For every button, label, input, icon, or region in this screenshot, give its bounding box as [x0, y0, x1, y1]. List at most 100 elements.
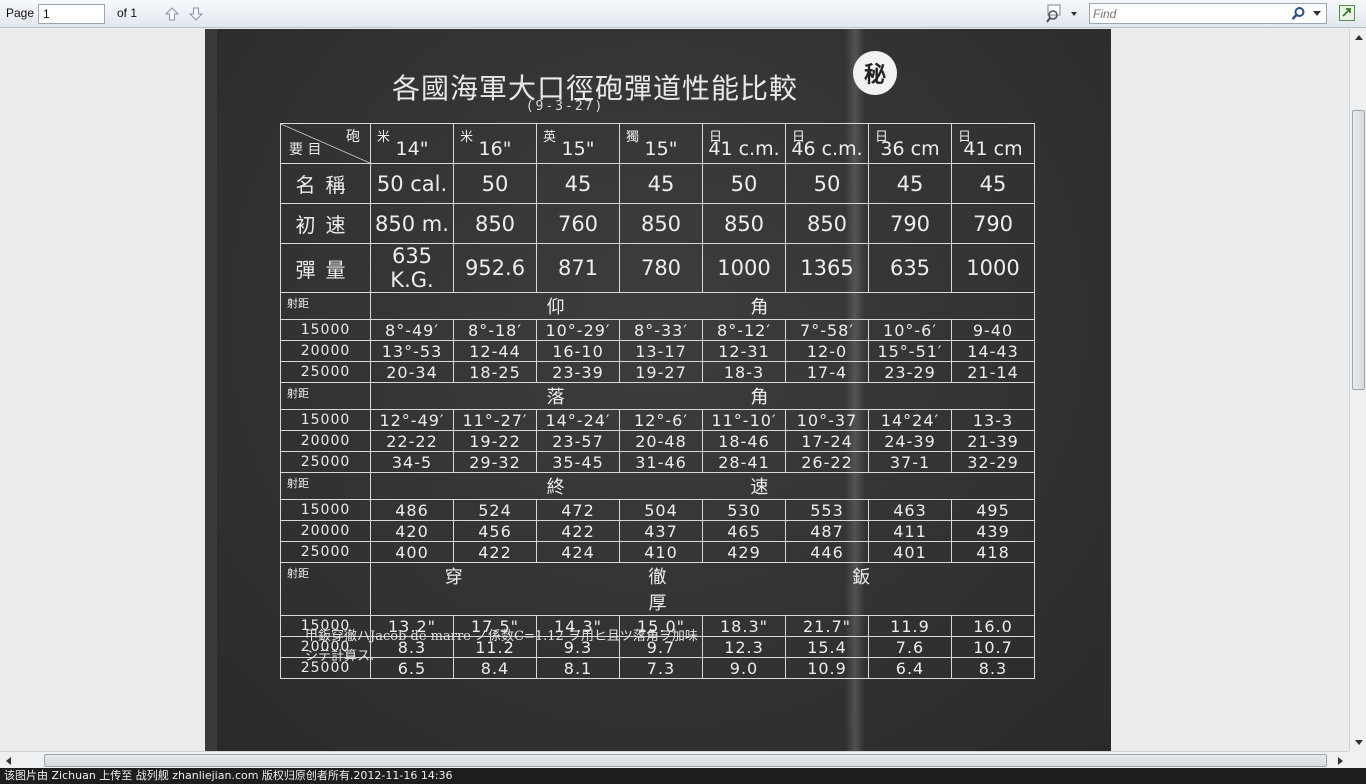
page-number-input[interactable] — [38, 4, 105, 24]
spec-value-cell: 635 K.G. — [370, 243, 454, 293]
value-cell: 504 — [619, 499, 703, 521]
spec-value-cell: 780 — [619, 243, 703, 293]
value-cell: 8°-33′ — [619, 319, 703, 341]
gun-header-cell: 米 14" — [370, 123, 454, 164]
value-cell: 14°-24′ — [536, 409, 620, 431]
section-title: 穿 徹 鈑 厚 — [370, 562, 1035, 616]
value-cell: 429 — [702, 541, 786, 563]
value-cell: 422 — [453, 541, 537, 563]
next-page-button[interactable] — [185, 3, 207, 25]
value-cell: 31-46 — [619, 451, 703, 473]
previous-page-button[interactable] — [161, 3, 183, 25]
section-title: 終 速 — [370, 472, 1035, 500]
gun-nation: 日 — [958, 130, 972, 145]
document-viewer[interactable]: 各國海軍大口徑砲彈道性能比較 (9-3-27) 秘 砲要 目米 14" 米 16" 英 1… — [0, 29, 1349, 751]
value-cell: 9-40 — [951, 319, 1035, 341]
value-cell: 17-4 — [785, 361, 869, 383]
footnote-line-1: 甲鈑穿徹ハJacob de marre ノ係数C=1.12 ヲ用ヒ且ツ落角ヲ加味 — [305, 629, 698, 644]
section-range-cell: 射距 — [280, 472, 371, 500]
scrollbar-corner — [1349, 751, 1366, 768]
scroll-right-icon — [1338, 756, 1343, 765]
value-cell: 20-48 — [619, 430, 703, 452]
spec-value-cell: 1000 — [951, 243, 1035, 293]
search-icon[interactable] — [1290, 6, 1306, 22]
gun-header-cell: 英 15" — [536, 123, 620, 164]
value-cell: 18-25 — [453, 361, 537, 383]
spec-row-label: 名稱 — [280, 163, 371, 204]
spec-value-cell: 790 — [951, 203, 1035, 244]
value-cell: 28-41 — [702, 451, 786, 473]
horizontal-scroll-thumb[interactable] — [44, 754, 1327, 767]
table-row: 20000 420 456 422 437 465 487 411 439 — [280, 520, 1035, 542]
value-cell: 12°-6′ — [619, 409, 703, 431]
gun-caliber: 15" — [644, 137, 678, 160]
scroll-up-button[interactable] — [1350, 29, 1366, 46]
spec-value-cell: 850 — [702, 203, 786, 244]
value-cell: 20-34 — [370, 361, 454, 383]
status-bar: 该图片由 Zichuan 上传至 战列舰 zhanliejian.com 版权归… — [0, 768, 1366, 784]
gun-caliber: 16" — [478, 137, 512, 160]
value-cell: 410 — [619, 541, 703, 563]
section-header-row: 射距 穿 徹 鈑 厚 — [280, 562, 1035, 616]
value-cell: 6.4 — [868, 657, 952, 679]
section-range-cell: 射距 — [280, 382, 371, 410]
value-cell: 10.7 — [951, 636, 1035, 658]
spec-value-cell: 635 — [868, 243, 952, 293]
value-cell: 37-1 — [868, 451, 952, 473]
horizontal-scrollbar[interactable] — [0, 751, 1349, 768]
vertical-scrollbar[interactable] — [1349, 29, 1366, 751]
value-cell: 463 — [868, 499, 952, 521]
spec-value-cell: 871 — [536, 243, 620, 293]
value-cell: 14°24′ — [868, 409, 952, 431]
spec-value-cell: 50 — [785, 163, 869, 204]
spec-row: 名稱 50 cal. 50 45 45 50 50 45 45 — [280, 163, 1035, 204]
export-button[interactable] — [1338, 4, 1358, 24]
scroll-down-icon — [1354, 740, 1363, 745]
value-cell: 12-0 — [785, 340, 869, 362]
value-cell: 7.6 — [868, 636, 952, 658]
spec-value-cell: 50 — [453, 163, 537, 204]
value-cell: 8°-12′ — [702, 319, 786, 341]
spec-value-cell: 45 — [868, 163, 952, 204]
value-cell: 8°-49′ — [370, 319, 454, 341]
gun-header-cell: 日 36 cm — [868, 123, 952, 164]
find-input[interactable] — [1093, 6, 1283, 22]
value-cell: 12-31 — [702, 340, 786, 362]
gun-header-cell: 日 41 cm — [951, 123, 1035, 164]
gun-header-cell: 米 16" — [453, 123, 537, 164]
spec-value-cell: 1000 — [702, 243, 786, 293]
table-row: 15000 12°-49′ 11°-27′ 14°-24′ 12°-6′ 11°-10′ 1… — [280, 409, 1035, 431]
value-cell: 23-29 — [868, 361, 952, 383]
spec-row: 初速 850 m. 850 760 850 850 850 790 790 — [280, 203, 1035, 244]
value-cell: 12°-49′ — [370, 409, 454, 431]
chevron-down-icon[interactable] — [1312, 11, 1322, 17]
section-header-row: 射距 落 角 — [280, 382, 1035, 410]
value-cell: 14-43 — [951, 340, 1035, 362]
value-cell: 34-5 — [370, 451, 454, 473]
value-cell: 24-39 — [868, 430, 952, 452]
value-cell: 16.0 — [951, 615, 1035, 637]
footnote-line-2: シテ計算ス. — [305, 649, 375, 664]
gun-nation: 米 — [460, 130, 474, 145]
spec-value-cell: 952.6 — [453, 243, 537, 293]
value-cell: 19-27 — [619, 361, 703, 383]
spec-value-cell: 850 — [619, 203, 703, 244]
scroll-down-button[interactable] — [1350, 734, 1366, 751]
range-cell: 25000 — [280, 361, 371, 383]
value-cell: 21-14 — [951, 361, 1035, 383]
scroll-right-button[interactable] — [1332, 752, 1349, 769]
find-box — [1089, 3, 1327, 24]
value-cell: 530 — [702, 499, 786, 521]
value-cell: 495 — [951, 499, 1035, 521]
vertical-scroll-thumb[interactable] — [1352, 110, 1365, 390]
section-range-cell: 射距 — [280, 292, 371, 320]
value-cell: 487 — [785, 520, 869, 542]
scroll-left-button[interactable] — [0, 752, 17, 769]
ballistics-table: 砲要 目米 14" 米 16" 英 15" 獨 15" 日 41 c.m. 日 46 c.m. 日 36 … — [280, 123, 1035, 679]
spec-value-cell: 50 — [702, 163, 786, 204]
photo-edge — [205, 29, 217, 751]
arrow-up-icon — [164, 7, 180, 21]
zoom-button[interactable] — [1044, 3, 1084, 25]
table-row: 20000 13°-53 12-44 16-10 13-17 12-31 12-0 15°-5… — [280, 340, 1035, 362]
table-header-row: 砲要 目米 14" 米 16" 英 15" 獨 15" 日 41 c.m. 日 46 c.m. 日 36 … — [280, 123, 1035, 164]
